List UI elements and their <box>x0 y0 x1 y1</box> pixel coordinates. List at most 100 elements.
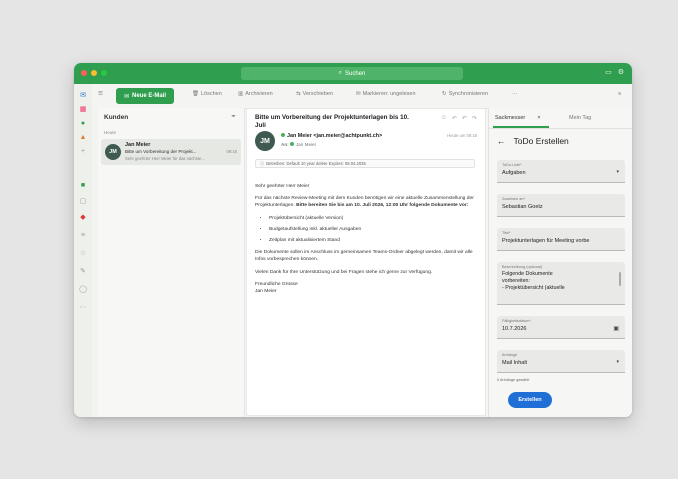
mark-unread-label: Markieren: ungelesen <box>362 91 416 97</box>
sender-line: Jan Meier <jan.meier@achtpunkt.ch> <box>281 133 382 139</box>
more-actions-label: ··· <box>512 91 518 97</box>
panel-title-text: ToDo Erstellen <box>513 136 569 146</box>
tab-sackmesser[interactable]: Sackmesser × <box>495 115 540 121</box>
move-label: Verschieben <box>302 91 333 97</box>
create-button[interactable]: Erstellen <box>508 392 552 408</box>
delete-button[interactable]: 🗑 Löschen <box>192 91 222 97</box>
emoji-react-icon[interactable]: ☺ <box>441 115 447 122</box>
new-mail-label: Neue E-Mail <box>132 93 167 99</box>
more-actions-button[interactable]: ··· <box>512 91 518 97</box>
folder-flagged-icon[interactable]: ◆ <box>78 212 88 222</box>
sync-button[interactable]: ↻ Synchronisieren <box>442 91 488 97</box>
back-arrow-icon[interactable]: ← <box>497 136 506 146</box>
description-label: Beschreibung (optional) <box>502 265 543 269</box>
panel-tabs: Sackmesser × Mein Tag <box>489 108 632 129</box>
minimize-window-button[interactable] <box>91 70 97 76</box>
calendar-icon[interactable]: ▣ <box>613 325 619 332</box>
caret-down-icon: ▾ <box>616 169 619 175</box>
new-mail-button[interactable]: ✉ Neue E-Mail <box>116 88 174 104</box>
desktop-background: ⌕ Suchen ▭ ⚙ ✉ ▦ ● ▲ + ■ ▢ ◆ ≡ ☆ ✎ ◯ ⋯ ☰ <box>0 0 678 479</box>
notes-icon[interactable]: ◯ <box>78 284 88 294</box>
collapse-ribbon-icon[interactable]: ≡ <box>618 91 621 97</box>
maximize-window-button[interactable] <box>101 70 107 76</box>
folder-archive-icon[interactable]: ≡ <box>78 230 88 240</box>
mark-unread-button[interactable]: ✉ Markieren: ungelesen <box>356 91 416 97</box>
description-value: Folgende Dokumente vorbereiten: - Projek… <box>502 271 565 291</box>
email-subject: Bitte um Vorbereitung der Projektunterla… <box>255 114 409 129</box>
settings-icon[interactable]: ⚙ <box>618 68 624 76</box>
archive-icon: ▥ <box>238 91 244 97</box>
list-item-time: 09:16 <box>226 149 237 154</box>
mail-app-icon[interactable]: ✉ <box>78 90 88 100</box>
filter-icon[interactable]: ⏷ <box>231 114 236 121</box>
favorites-icon[interactable]: ☆ <box>78 248 88 258</box>
more-apps-icon[interactable]: ⋯ <box>78 302 88 312</box>
caret-down-icon: ▾ <box>616 359 619 365</box>
attachments-select[interactable]: Anhänge Mail Inhalt ▾ <box>497 350 625 373</box>
add-app-icon[interactable]: + <box>78 146 88 156</box>
people-app-icon[interactable]: ● <box>78 118 88 128</box>
close-window-button[interactable] <box>81 70 87 76</box>
attachments-hint: 0 Anhänge gewählt <box>497 378 530 382</box>
move-button[interactable]: ⇆ Verschieben <box>296 91 333 97</box>
folder-inbox-icon[interactable]: ■ <box>78 180 88 190</box>
list-item-subject: Bitte um Vorbereitung der Projekt... <box>125 149 197 154</box>
archive-button[interactable]: ▥ Archivieren <box>238 91 273 97</box>
active-tab-indicator <box>493 126 549 128</box>
search-label: Suchen <box>345 70 366 77</box>
tab-mein-tag[interactable]: Mein Tag <box>569 115 591 121</box>
message-list: Kunden ⏷ Heute JM Jan Meier Bitte um Vor… <box>98 108 245 417</box>
recipient-name[interactable]: Jan Meier <box>296 142 316 147</box>
drafts-icon[interactable]: ✎ <box>78 266 88 276</box>
attachments-label: Anhänge <box>502 353 518 357</box>
body-paragraph-1-bold: Bitte bereiten Sie bis am 10. Juli 2026,… <box>296 203 469 209</box>
assignee-label: Zuweisen an* <box>502 197 526 201</box>
search-input[interactable]: ⌕ Suchen <box>241 67 463 80</box>
due-date-field[interactable]: Fälligkeitsdatum* 10.7.2026 ▣ <box>497 316 625 339</box>
ribbon-toolbar: ☰ ✉ Neue E-Mail 🗑 Löschen ▥ Archivieren ⇆ V… <box>92 84 632 109</box>
sender-name[interactable]: Jan Meier <jan.meier@achtpunkt.ch> <box>287 133 382 139</box>
files-app-icon[interactable]: ▲ <box>78 132 88 142</box>
body-paragraph-1: Für das nächste Review-Meeting mit dem K… <box>255 195 477 209</box>
document-list: Projektübersicht (aktuelle Version) Budg… <box>255 215 477 245</box>
envelope-icon: ✉ <box>356 91 361 97</box>
title-bar: ⌕ Suchen ▭ ⚙ <box>74 63 632 84</box>
sender-avatar: JM <box>255 131 275 151</box>
mail-app-window: ⌕ Suchen ▭ ⚙ ✉ ▦ ● ▲ + ■ ▢ ◆ ≡ ☆ ✎ ◯ ⋯ ☰ <box>74 63 632 417</box>
email-date: Heute um 09:16 <box>447 133 477 138</box>
chat-icon[interactable]: ▭ <box>605 68 612 76</box>
retention-text: Betreiben: Default 10 year delete Expire… <box>266 161 366 166</box>
date-group-label: Heute <box>104 130 117 135</box>
list-item: Projektübersicht (aktuelle Version) <box>269 215 477 222</box>
recipient-line: An: Jan Meier <box>281 142 316 147</box>
calendar-app-icon[interactable]: ▦ <box>78 104 88 114</box>
list-item-preview: Sehr geehrter Herr Meier für das nächste… <box>125 156 205 161</box>
retention-notice: ⓘ Betreiben: Default 10 year delete Expir… <box>255 159 475 168</box>
recipient-presence-dot <box>289 142 294 146</box>
list-item[interactable]: JM Jan Meier Bitte um Vorbereitung der P… <box>101 139 241 165</box>
reply-all-icon[interactable]: ↶ <box>462 115 467 122</box>
close-tab-icon[interactable]: × <box>537 115 540 121</box>
textarea-scrollbar[interactable] <box>619 272 621 286</box>
todo-list-select[interactable]: ToDo-Liste* Aufgaben ▾ <box>497 160 625 183</box>
panel-title: ← ToDo Erstellen <box>497 136 569 146</box>
window-controls <box>81 70 107 76</box>
list-item: Budgetaufstellung inkl. aktueller Ausgab… <box>269 226 477 233</box>
description-textarea[interactable]: Beschreibung (optional) Folgende Dokumen… <box>497 262 625 305</box>
assignee-field[interactable]: Zuweisen an* Sebastian Goetz <box>497 194 625 217</box>
title-label: Titel* <box>502 231 511 235</box>
hamburger-icon[interactable]: ☰ <box>98 91 103 97</box>
signature-block: Freundliche Grüsse Jan Meier <box>255 281 477 295</box>
closing: Freundliche Grüsse <box>255 281 298 287</box>
tab-sackmesser-label: Sackmesser <box>495 115 526 121</box>
todo-list-label: ToDo-Liste* <box>502 163 522 167</box>
email-actions: ☺ ↶ ↶ ↷ <box>441 115 477 122</box>
title-field[interactable]: Titel* Projektunterlagen für Meeting vor… <box>497 228 625 251</box>
folder-sent-icon[interactable]: ▢ <box>78 196 88 206</box>
body-paragraph-2: Die Dokumente sollen im Anschluss im gem… <box>255 250 473 263</box>
list-item-sender: Jan Meier <box>125 142 151 148</box>
forward-icon[interactable]: ↷ <box>472 115 477 122</box>
app-rail: ✉ ▦ ● ▲ + ■ ▢ ◆ ≡ ☆ ✎ ◯ ⋯ <box>74 84 93 417</box>
todo-list-value: Aufgaben <box>502 170 526 176</box>
reply-icon[interactable]: ↶ <box>452 115 457 122</box>
